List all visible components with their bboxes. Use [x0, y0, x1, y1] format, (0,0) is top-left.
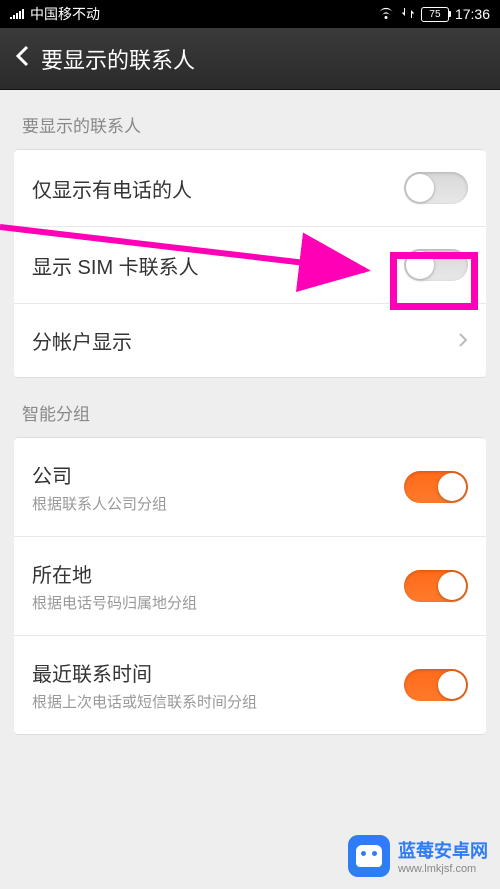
row-phone-only[interactable]: 仅显示有电话的人 — [14, 150, 486, 227]
toggle-sim-contacts[interactable] — [404, 249, 468, 281]
toggle-recent-contact[interactable] — [404, 669, 468, 701]
chevron-right-icon — [458, 328, 468, 354]
section-header-smart-group: 智能分组 — [0, 378, 500, 437]
row-subtitle: 根据电话号码归属地分组 — [32, 592, 197, 613]
watermark-logo-icon — [348, 835, 390, 877]
row-title: 最近联系时间 — [32, 658, 257, 687]
row-recent-contact[interactable]: 最近联系时间 根据上次电话或短信联系时间分组 — [14, 636, 486, 734]
watermark-title: 蓝莓安卓网 — [398, 837, 488, 863]
battery-icon: 75 — [421, 7, 449, 22]
list-display: 仅显示有电话的人 显示 SIM 卡联系人 分帐户显示 — [14, 149, 486, 378]
toggle-company[interactable] — [404, 471, 468, 503]
network-icon — [401, 6, 415, 23]
row-company[interactable]: 公司 根据联系人公司分组 — [14, 438, 486, 537]
toggle-phone-only[interactable] — [404, 172, 468, 204]
row-title: 显示 SIM 卡联系人 — [32, 251, 199, 280]
row-title: 仅显示有电话的人 — [32, 174, 192, 203]
row-subtitle: 根据上次电话或短信联系时间分组 — [32, 691, 257, 712]
back-icon[interactable] — [15, 43, 29, 74]
row-title: 所在地 — [32, 559, 197, 588]
row-title: 分帐户显示 — [32, 326, 132, 355]
clock: 17:36 — [455, 6, 490, 22]
row-by-account[interactable]: 分帐户显示 — [14, 304, 486, 377]
watermark: 蓝莓安卓网 www.lmkjsf.com — [348, 835, 488, 877]
row-title: 公司 — [32, 460, 167, 489]
battery-level: 75 — [429, 9, 440, 20]
toggle-location[interactable] — [404, 570, 468, 602]
row-location[interactable]: 所在地 根据电话号码归属地分组 — [14, 537, 486, 636]
status-bar: 中国移不动 75 17:36 — [0, 0, 500, 28]
signal-icon — [10, 6, 26, 22]
watermark-url: www.lmkjsf.com — [398, 863, 476, 875]
row-sim-contacts[interactable]: 显示 SIM 卡联系人 — [14, 227, 486, 304]
page-title: 要显示的联系人 — [41, 43, 195, 75]
header: 要显示的联系人 — [0, 28, 500, 90]
list-smart-group: 公司 根据联系人公司分组 所在地 根据电话号码归属地分组 最近联系时间 根据上次… — [14, 437, 486, 735]
wifi-icon — [377, 6, 395, 23]
carrier-text: 中国移不动 — [30, 4, 100, 24]
section-header-display: 要显示的联系人 — [0, 90, 500, 149]
row-subtitle: 根据联系人公司分组 — [32, 493, 167, 514]
